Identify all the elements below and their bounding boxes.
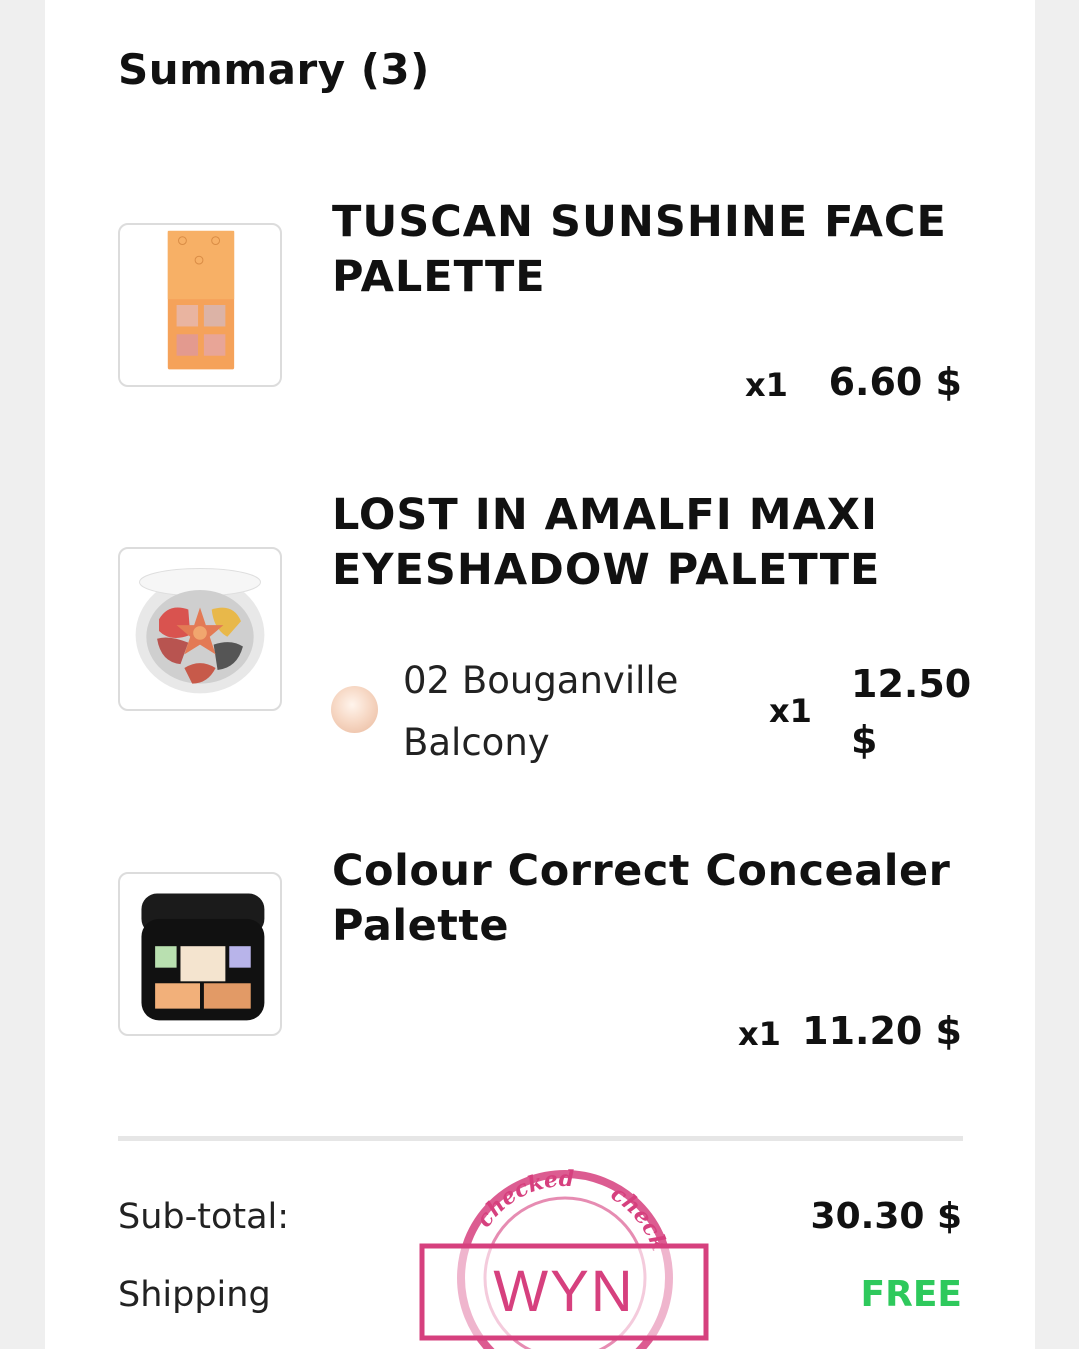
checked-stamp-watermark: checked check WYN xyxy=(419,1168,709,1349)
stamp-ring-text: checked xyxy=(471,1168,574,1232)
eyeshadow-palette-image xyxy=(135,568,265,694)
summary-title: Summary (3) xyxy=(118,45,430,94)
quantity-label: x1 xyxy=(769,692,812,730)
product-name-tuscan-sunshine[interactable]: TUSCAN SUNSHINE FACE PALETTE xyxy=(332,195,972,305)
product-name-colour-correct[interactable]: Colour Correct Concealer Palette xyxy=(332,844,972,954)
subtotal-value: 30.30 $ xyxy=(810,1196,962,1237)
product-thumbnail-tuscan-sunshine[interactable] xyxy=(118,223,282,387)
price-label: 6.60 $ xyxy=(828,360,962,404)
summary-divider xyxy=(118,1136,963,1141)
shipping-value: FREE xyxy=(860,1274,963,1315)
svg-text:checked: checked xyxy=(471,1168,574,1232)
product-thumbnail-lost-in-amalfi[interactable] xyxy=(118,547,282,711)
price-label: 11.20 $ xyxy=(802,1009,962,1053)
product-name-lost-in-amalfi[interactable]: LOST IN AMALFI MAXI EYESHADOW PALETTE xyxy=(332,488,972,598)
price-label: 12.50 $ xyxy=(851,662,972,762)
quantity-label: x1 xyxy=(745,366,788,404)
concealer-palette-image xyxy=(141,893,265,1021)
shipping-label: Shipping xyxy=(118,1275,271,1315)
face-palette-image xyxy=(167,230,235,370)
stamp-text: WYN xyxy=(493,1259,634,1324)
shade-swatch xyxy=(331,686,378,733)
subtotal-label: Sub-total: xyxy=(118,1197,290,1237)
shade-name: 02 Bouganville Balcony xyxy=(403,659,679,764)
product-thumbnail-colour-correct[interactable] xyxy=(118,872,282,1036)
quantity-label: x1 xyxy=(738,1015,781,1053)
